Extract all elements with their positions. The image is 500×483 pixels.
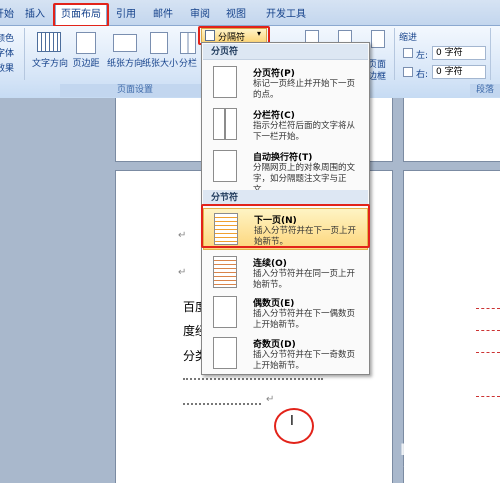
column-break-icon <box>213 108 237 140</box>
paragraph-mark: ↵ <box>178 230 187 241</box>
theme-effects-button[interactable]: 效果 <box>0 61 16 74</box>
menu-item-odd-page[interactable]: 奇数页(D) 插入分节符并在下一奇数页上开始新节。 <box>203 333 368 375</box>
tab-view[interactable]: 视图 <box>223 6 249 24</box>
menu-item-continuous[interactable]: 连续(O) 插入分节符并在同一页上开始新节。 <box>203 252 368 294</box>
margins-button[interactable]: 页边距 <box>66 56 106 69</box>
tab-mailings[interactable]: 邮件 <box>150 6 176 24</box>
section-break-marker <box>183 378 323 382</box>
paragraph-mark: ↵ <box>266 394 275 405</box>
menu-item-title: 分页符(P) <box>253 69 295 79</box>
menu-item-title: 奇数页(D) <box>253 340 296 350</box>
text-wrapping-break-icon <box>213 150 237 182</box>
theme-fonts-button[interactable]: 字体 <box>0 46 16 59</box>
indent-right-input[interactable]: 0 字符 <box>432 65 486 79</box>
menu-item-title: 自动换行符(T) <box>253 153 313 163</box>
page-break-icon <box>213 66 237 98</box>
indent-right-icon <box>403 67 413 77</box>
menu-item-title: 分栏符(C) <box>253 111 295 121</box>
page-top-right <box>403 98 500 162</box>
section-break-marker <box>183 403 261 407</box>
cursor-highlight-circle <box>274 408 314 444</box>
theme-colors-button[interactable]: 颜色 <box>0 31 16 44</box>
menu-item-text-wrapping-break[interactable]: 自动换行符(T) 分隔网页上的对象周围的文字，如分隔题注文字与正文。 <box>203 146 368 195</box>
paragraph-mark: ↵ <box>178 267 187 278</box>
menu-item-desc: 插入分节符并在同一页上开始新节。 <box>253 269 356 290</box>
group-paragraph-label: 段落 <box>470 84 500 97</box>
baidu-watermark-url: jingyan.baidu.com <box>404 458 488 468</box>
menu-item-column-break[interactable]: 分栏符(C) 指示分栏符后面的文字将从下一栏开始。 <box>203 104 368 146</box>
menu-item-title: 偶数页(E) <box>253 299 295 309</box>
menu-item-desc: 指示分栏符后面的文字将从下一栏开始。 <box>253 121 356 142</box>
proofing-underline <box>476 308 500 309</box>
next-page-highlight-box <box>201 204 370 248</box>
tab-references[interactable]: 引用 <box>113 6 139 24</box>
separator <box>24 28 25 80</box>
margins-icon <box>76 32 96 54</box>
indent-left-input[interactable]: 0 字符 <box>432 46 486 60</box>
columns-icon <box>180 32 196 54</box>
text-cursor: I <box>290 414 294 429</box>
tab-home[interactable]: 开始 <box>0 6 16 24</box>
menu-item-desc: 插入分节符并在下一奇数页上开始新节。 <box>253 350 356 371</box>
orientation-icon <box>113 34 137 52</box>
columns-button[interactable]: 分栏 <box>176 56 200 69</box>
proofing-underline <box>476 396 500 397</box>
page-borders-icon <box>371 30 385 48</box>
separator <box>394 28 395 80</box>
menu-section-page-breaks: 分页符 <box>203 44 368 60</box>
text-direction-button[interactable]: 文字方向 <box>30 56 70 69</box>
menu-item-desc: 标记一页终止并开始下一页的点。 <box>253 79 356 100</box>
even-page-icon <box>213 296 237 328</box>
tab-review[interactable]: 审阅 <box>187 6 213 24</box>
continuous-icon <box>213 256 237 288</box>
menu-item-desc: 插入分节符并在下一偶数页上开始新节。 <box>253 309 356 330</box>
indent-left-label: 左: <box>416 51 429 61</box>
proofing-underline <box>476 330 500 331</box>
menu-item-even-page[interactable]: 偶数页(E) 插入分节符并在下一偶数页上开始新节。 <box>203 292 368 334</box>
tab-highlight-box <box>53 3 109 27</box>
indent-right-label: 右: <box>416 70 429 80</box>
proofing-underline <box>476 352 500 353</box>
odd-page-icon <box>213 337 237 369</box>
menu-item-title: 连续(O) <box>253 259 287 269</box>
separator <box>490 28 491 80</box>
page-size-icon <box>150 32 168 54</box>
text-direction-icon <box>37 32 61 52</box>
menu-item-page-break[interactable]: 分页符(P) 标记一页终止并开始下一页的点。 <box>203 62 368 104</box>
indent-left-icon <box>403 48 413 58</box>
tab-developer[interactable]: 开发工具 <box>262 6 310 24</box>
group-page-setup-label: 页面设置 <box>60 84 210 97</box>
tab-insert[interactable]: 插入 <box>20 6 50 24</box>
indent-title: 缩进 <box>399 33 418 43</box>
baidu-watermark: Baidu 经验 <box>400 440 489 459</box>
